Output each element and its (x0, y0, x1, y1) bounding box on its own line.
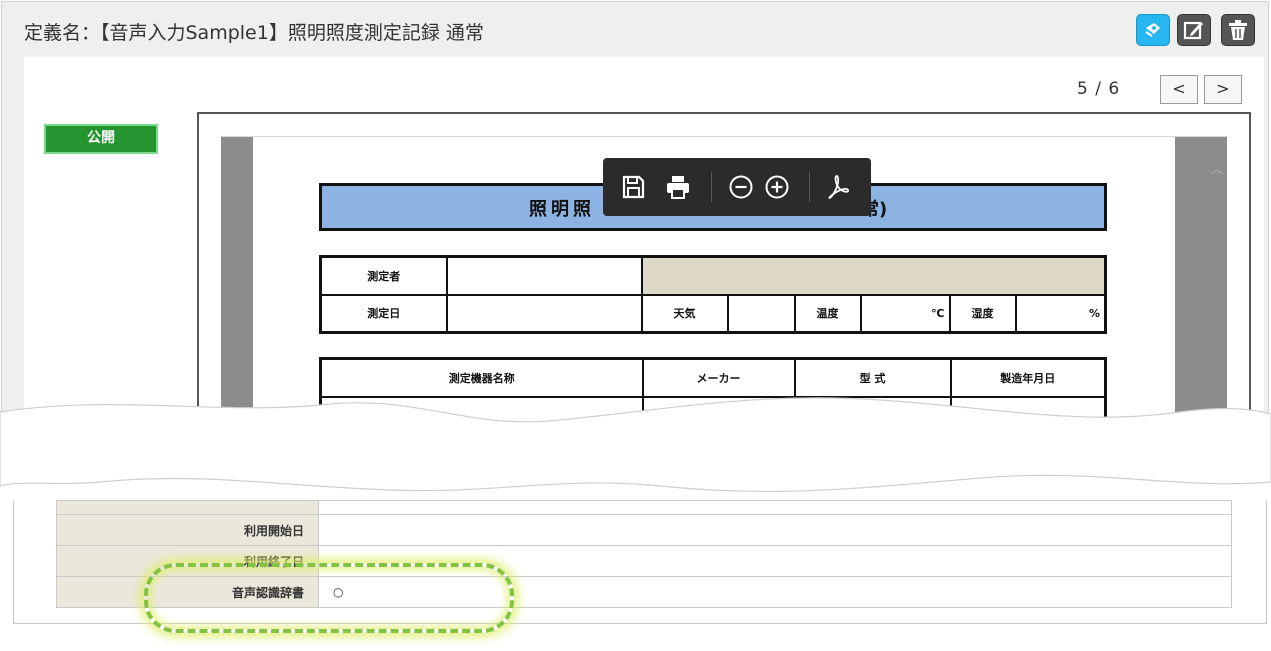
document-title-left: 照明照 (529, 199, 595, 220)
edit-icon (1183, 21, 1203, 40)
humidity-label: 湿度 (948, 293, 1017, 334)
edit-button[interactable] (1177, 14, 1211, 46)
property-label (56, 500, 319, 515)
save-icon[interactable] (619, 173, 647, 201)
weather-value (726, 293, 796, 334)
weather-label: 天気 (640, 293, 729, 334)
highlight-annotation (144, 563, 514, 633)
humidity-unit: % (1014, 293, 1107, 334)
print-icon[interactable] (664, 173, 692, 201)
temperature-label: 温度 (793, 293, 862, 334)
property-value (318, 514, 1232, 546)
page-indicator: 5 / 6 (1077, 79, 1121, 99)
measurer-shaded-cell (640, 255, 1107, 296)
date-label: 測定日 (319, 293, 448, 334)
toolbar-divider (711, 172, 712, 202)
public-status-badge: 公開 (44, 124, 158, 154)
zoom-in-icon[interactable] (763, 173, 791, 201)
page-title: 定義名：【音声入力Sample1】照明照度測定記録 通常 (24, 22, 484, 44)
table-row: 利用開始日 (56, 514, 1232, 546)
pdf-icon[interactable] (825, 173, 853, 201)
page-break-separator (0, 397, 1271, 493)
trash-icon (1229, 20, 1247, 40)
measurement-info-table: 測定者 測定日 天気 温度 ℃ 湿度 % (319, 255, 1107, 334)
next-page-button[interactable]: > (1204, 75, 1242, 104)
scroll-up-arrow-icon[interactable]: ︿ (1207, 159, 1227, 179)
property-label: 利用開始日 (56, 514, 319, 546)
share-button[interactable] (1136, 14, 1170, 46)
property-value (318, 500, 1232, 515)
share-icon (1145, 23, 1160, 37)
zoom-out-icon[interactable] (727, 173, 755, 201)
measurer-value (445, 255, 643, 296)
temperature-unit: ℃ (859, 293, 951, 334)
prev-page-button[interactable]: < (1160, 75, 1198, 104)
delete-button[interactable] (1221, 14, 1255, 46)
table-row (56, 500, 1232, 515)
pdf-toolbar (603, 158, 871, 216)
measurer-label: 測定者 (319, 255, 448, 296)
toolbar-divider (809, 172, 810, 202)
date-value (445, 293, 643, 334)
